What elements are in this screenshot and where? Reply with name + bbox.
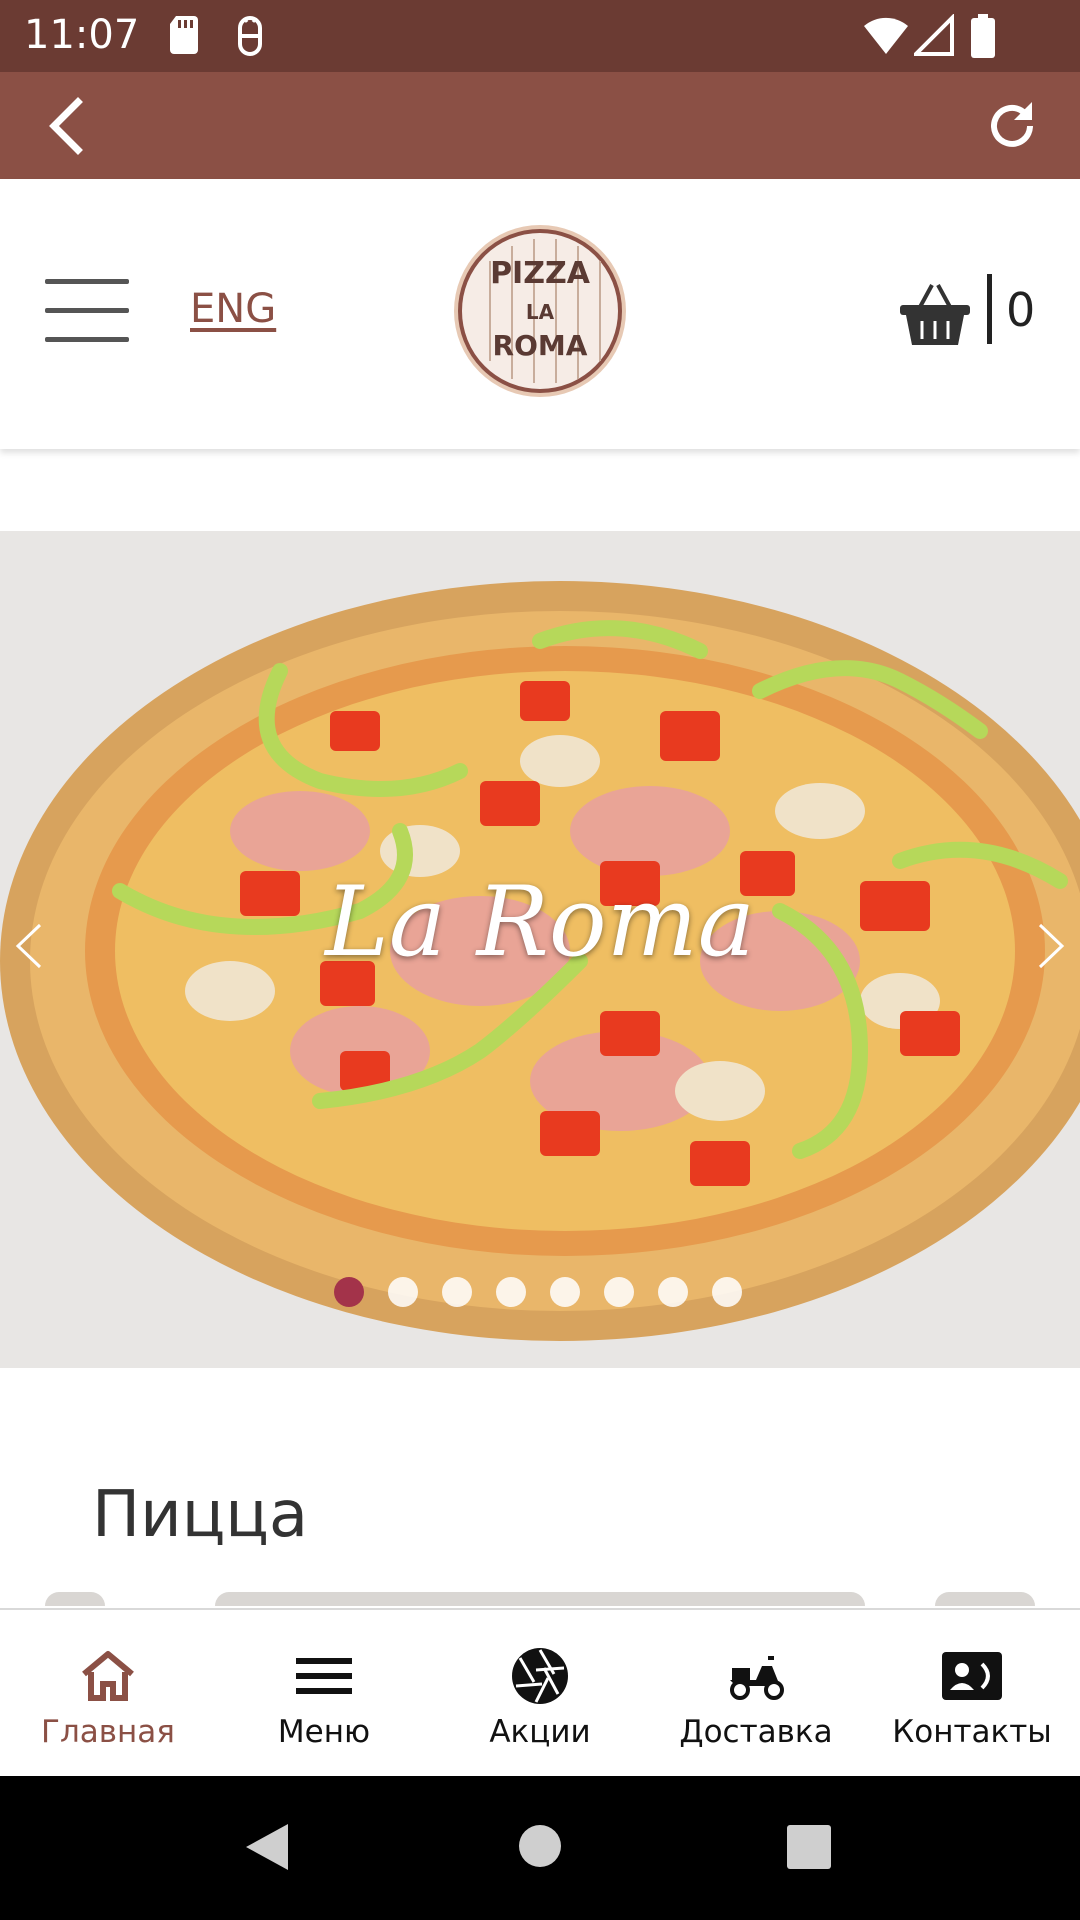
nav-item-promotions[interactable]: Акции	[432, 1610, 648, 1778]
product-cards-strip[interactable]	[45, 1592, 1035, 1606]
status-time: 11:07	[24, 12, 140, 58]
battery-icon	[971, 14, 995, 58]
aperture-icon	[512, 1648, 568, 1704]
logo-text-roma: ROMA	[493, 329, 588, 362]
site-header: ENG PIZZA LA ROMA 0	[0, 179, 1080, 449]
nav-item-home[interactable]: Главная	[0, 1610, 216, 1778]
chevron-right-icon[interactable]	[1036, 921, 1066, 971]
hamburger-icon[interactable]	[45, 279, 129, 343]
logo-text-pizza: PIZZA	[490, 256, 591, 291]
signal-icon	[914, 14, 954, 56]
back-triangle-icon[interactable]	[244, 1822, 290, 1872]
app-bar	[0, 72, 1080, 179]
nav-label-home: Главная	[41, 1714, 175, 1750]
cart-count: 0	[1006, 283, 1036, 337]
cart-separator	[987, 274, 992, 344]
home-circle-icon[interactable]	[518, 1824, 562, 1868]
product-card-peek[interactable]	[45, 1592, 105, 1606]
section-title: Пицца	[92, 1478, 309, 1552]
bottom-nav: Главная Меню Акции Доставка Контакты	[0, 1608, 1080, 1776]
slider-dot[interactable]	[334, 1277, 364, 1307]
nav-label-menu: Меню	[277, 1714, 371, 1750]
product-card-peek[interactable]	[215, 1592, 865, 1606]
slider-dot[interactable]	[388, 1277, 418, 1307]
product-card-peek[interactable]	[935, 1592, 1035, 1606]
nav-item-menu[interactable]: Меню	[216, 1610, 432, 1778]
language-switch[interactable]: ENG	[190, 286, 276, 332]
contact-card-icon	[942, 1652, 1002, 1700]
menu-lines-icon	[296, 1658, 352, 1694]
slider-dot[interactable]	[496, 1277, 526, 1307]
reload-icon[interactable]	[982, 96, 1042, 156]
slider-dot[interactable]	[712, 1277, 742, 1307]
arrow-back-icon[interactable]	[40, 96, 100, 156]
slider-dot[interactable]	[550, 1277, 580, 1307]
slider-dot[interactable]	[658, 1277, 688, 1307]
basket-icon[interactable]	[898, 277, 972, 351]
nav-label-delivery: Доставка	[679, 1714, 833, 1750]
recents-square-icon[interactable]	[786, 1824, 832, 1870]
home-icon	[82, 1651, 134, 1701]
nav-item-contacts[interactable]: Контакты	[864, 1610, 1080, 1778]
slider-dot[interactable]	[442, 1277, 472, 1307]
slide-caption: La Roma	[325, 866, 755, 978]
scooter-icon	[730, 1656, 784, 1700]
hero-slider[interactable]: La Roma	[0, 531, 1080, 1368]
chevron-left-icon[interactable]	[14, 921, 44, 971]
nav-item-delivery[interactable]: Доставка	[648, 1610, 864, 1778]
android-debug-icon	[238, 16, 262, 56]
status-bar: 11:07	[0, 0, 1080, 72]
slider-dot[interactable]	[604, 1277, 634, 1307]
nav-label-promotions: Акции	[489, 1714, 591, 1750]
nav-label-contacts: Контакты	[892, 1714, 1052, 1750]
system-nav-bar	[0, 1776, 1080, 1920]
sd-card-icon	[170, 16, 198, 54]
logo[interactable]: PIZZA LA ROMA	[450, 221, 630, 401]
wifi-icon	[864, 17, 908, 54]
logo-text-la: LA	[526, 300, 555, 324]
